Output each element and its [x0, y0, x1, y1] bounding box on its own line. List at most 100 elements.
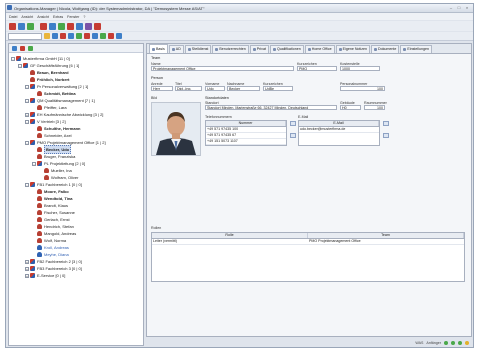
tab-ad[interactable]: AD [168, 45, 184, 53]
tree-node[interactable]: Brandt, Klaus [9, 202, 143, 209]
toolbar-button-4[interactable] [40, 22, 47, 30]
expand-icon[interactable]: + [25, 112, 29, 117]
tree-person-icon[interactable] [12, 45, 17, 51]
tree-node[interactable]: Mangold, Andreas [9, 230, 143, 237]
tab-eigene-notizen[interactable]: Eigene Notizen [335, 45, 371, 53]
tab-basis[interactable]: Basis [149, 44, 168, 53]
tab-privat[interactable]: Privat [249, 45, 269, 53]
table-row[interactable]: Leiter (vermittl) PMO Projektmanagement … [152, 239, 464, 245]
tree-node[interactable]: Pfeiffer, Lara [9, 104, 143, 111]
expand-icon[interactable]: + [25, 259, 29, 264]
tree-node[interactable]: - PL Projektleitung [2 | 0] [9, 160, 143, 167]
collapse-icon[interactable]: - [25, 119, 29, 124]
close-button[interactable]: × [464, 5, 470, 10]
tree-node[interactable]: Kroll, Andreas [9, 244, 143, 251]
collapse-icon[interactable]: - [32, 161, 36, 166]
toolbar-button-8[interactable] [76, 22, 83, 30]
collapse-icon[interactable]: - [25, 140, 29, 145]
toolbar-button-9[interactable] [85, 22, 92, 30]
email-col-header[interactable]: E-Mail [299, 121, 379, 126]
toolbar2-button-8[interactable] [116, 33, 122, 39]
collapse-icon[interactable]: - [18, 63, 22, 68]
telefon-col-header[interactable]: Nummer [206, 121, 286, 126]
tree-node[interactable]: Mueller, Ina [9, 167, 143, 174]
collapse-icon[interactable]: - [25, 84, 29, 89]
expand-icon[interactable]: + [25, 266, 29, 271]
tree-node[interactable]: Schneider, Axel [9, 132, 143, 139]
tree-node[interactable]: - Pr Personalverwaltung [2 | 1] [9, 83, 143, 90]
tree-node[interactable]: Schulthe, Hermann [9, 125, 143, 132]
tree-node[interactable]: - Musterfirma GmbH [11 | 0] [9, 55, 143, 62]
tree-add-icon[interactable] [28, 45, 33, 51]
toolbar2-button-7[interactable] [108, 33, 114, 39]
email-add-icon[interactable] [383, 121, 389, 126]
tree-node[interactable]: Moore, Falko [9, 188, 143, 195]
personalnummer-field[interactable]: 100 [340, 86, 385, 91]
search-input[interactable] [8, 32, 42, 40]
vorname-field[interactable]: Udo [205, 86, 225, 91]
tree-node[interactable]: - V Vertrieb [3 | 2] [9, 118, 143, 125]
tree-node[interactable]: Wolfram, Oliver [9, 174, 143, 181]
toolbar2-button-3[interactable] [76, 33, 82, 39]
collapse-icon[interactable]: - [11, 56, 15, 61]
maximize-button[interactable]: □ [456, 5, 462, 10]
tab-einstellungen[interactable]: Einstellungen [400, 45, 432, 53]
standort-select[interactable]: Standort Minden, Marienstraße 66, 32427 … [205, 105, 337, 110]
tree-node[interactable]: + EH Kaufmännische Abwicklung [3 | 2] [9, 111, 143, 118]
toolbar-button-5[interactable] [49, 22, 56, 30]
filter-icon[interactable] [52, 33, 58, 39]
tree-node[interactable]: Gerlach, Ernst [9, 216, 143, 223]
tab-qualifikationen[interactable]: Qualifikationen [269, 45, 304, 53]
menu-datei[interactable]: Datei [9, 15, 17, 19]
tab-dokumente[interactable]: Dokumente [371, 45, 400, 53]
tree-org-icon[interactable] [20, 45, 25, 51]
team-name-field[interactable]: Projektmanagement Office [151, 66, 294, 71]
toolbar2-button-2[interactable] [68, 33, 74, 39]
collapse-icon[interactable]: - [25, 98, 29, 103]
titel-select[interactable]: Dipl.-Ing. [175, 86, 202, 91]
toolbar2-button-6[interactable] [100, 33, 106, 39]
kostenstelle-field[interactable]: 1000 [340, 66, 380, 71]
rolle-col-header[interactable]: Rolle [152, 233, 308, 238]
tree-node[interactable]: Becker, Udo [9, 145, 143, 154]
tree-node[interactable]: - QM Qualitätsmanagement [7 | 1] [9, 97, 143, 104]
toolbar2-button-4[interactable] [84, 33, 90, 39]
tree-node[interactable]: Schmidt, Bettina [9, 90, 143, 97]
tree-node[interactable]: Hendrich, Stefan [9, 223, 143, 230]
table-row[interactable]: +49 151 5073 1107 [206, 139, 286, 145]
gebaeude-field[interactable]: H0 [340, 105, 361, 110]
tree-node[interactable]: + FB3 Fachbereich 3 [0 | 0] [9, 265, 143, 272]
tree-node[interactable]: Meyhe, Diana [9, 251, 143, 258]
tree-node[interactable]: - GF Geschäftsführung [6 | 1] [9, 62, 143, 69]
team-col-header[interactable]: Team [308, 233, 464, 238]
table-row[interactable]: udo.becker@musterfirma.de [299, 127, 379, 133]
menu-ansicht-2[interactable]: Ansicht [37, 15, 49, 19]
toolbar2-button-1[interactable] [60, 33, 66, 39]
collapse-icon[interactable]: - [25, 182, 29, 187]
raumnummer-field[interactable]: 100 [364, 105, 385, 110]
tab-benutzerrechten[interactable]: Benutzerrechten [212, 45, 249, 53]
telefon-remove-icon[interactable] [290, 133, 296, 138]
tree-node[interactable]: + FB2 Fachbereich 2 [3 | 0] [9, 258, 143, 265]
profile-photo[interactable] [151, 102, 201, 156]
expand-icon[interactable]: + [25, 273, 29, 278]
team-kurzzeichen-field[interactable]: PMO [297, 66, 337, 71]
toolbar-button-10[interactable] [94, 22, 101, 30]
tab-stelldienst[interactable]: Stelldienst [184, 45, 212, 53]
telefon-add-icon[interactable] [290, 121, 296, 126]
tree-node[interactable]: Wolf, Norma [9, 237, 143, 244]
toolbar-button-7[interactable] [67, 22, 74, 30]
tab-home-office[interactable]: Home Office [304, 45, 335, 53]
tree-node[interactable]: + E-Service [0 | 0] [9, 272, 143, 279]
minimize-button[interactable]: – [448, 5, 454, 10]
toolbar-button-3[interactable] [27, 22, 34, 30]
tree-node[interactable]: Bruger, Franziska [9, 153, 143, 160]
tree-node[interactable]: - PMO Projektmanagement Office [1 | 2] [9, 139, 143, 146]
tree-node[interactable]: Braun, Bernhard [9, 69, 143, 76]
email-remove-icon[interactable] [383, 133, 389, 138]
toolbar-button-1[interactable] [9, 22, 16, 30]
tree-node[interactable]: - FB1 Fachbereich 1 [0 | 0] [9, 181, 143, 188]
menu-fenster[interactable]: Fenster [67, 15, 79, 19]
menu-ansicht[interactable]: Ansicht [21, 15, 33, 19]
tree-node[interactable]: Wendtold, Tina [9, 195, 143, 202]
